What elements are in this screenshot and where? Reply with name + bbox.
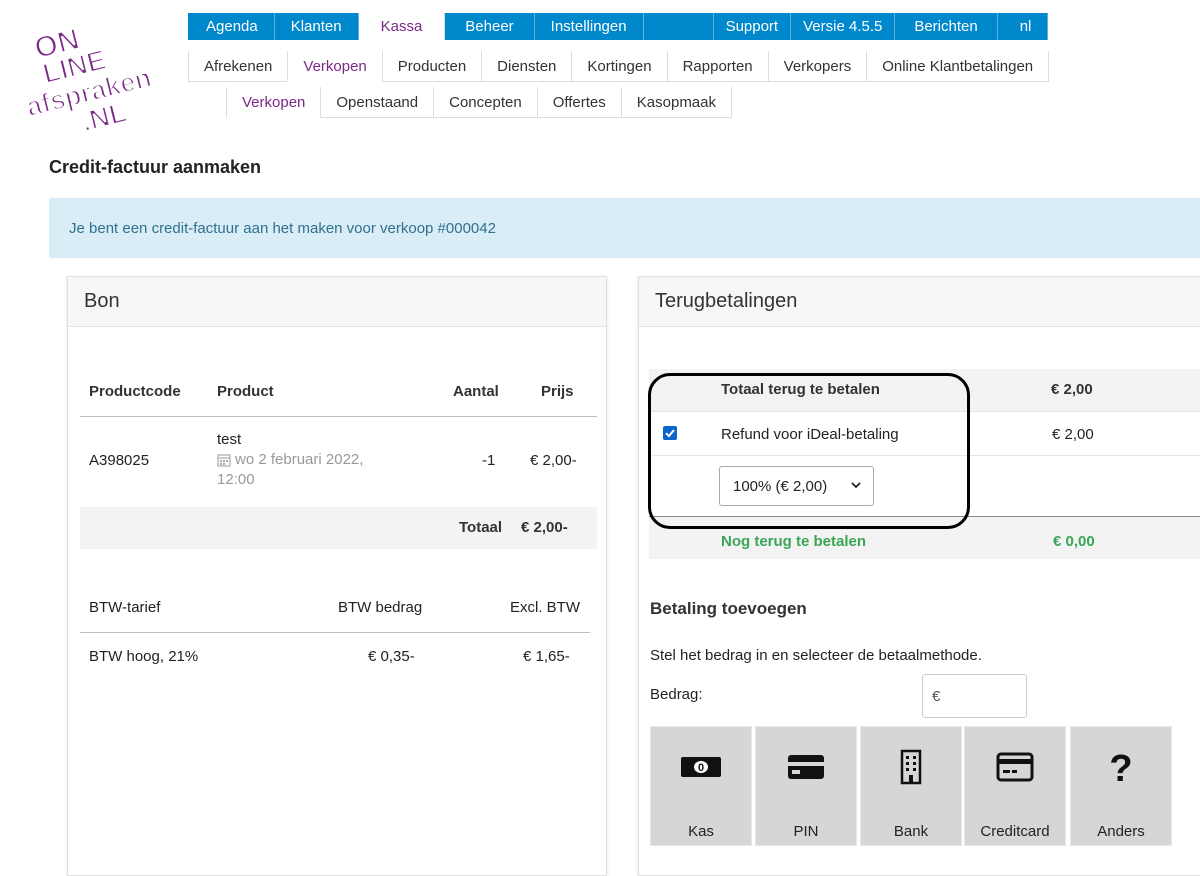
bank-button[interactable]: Bank bbox=[860, 726, 962, 846]
totaal-row bbox=[80, 507, 597, 549]
subnav-verkopers[interactable]: Verkopers bbox=[767, 51, 867, 82]
tab-offertes[interactable]: Offertes bbox=[536, 87, 621, 118]
bedrag-input[interactable]: € bbox=[922, 674, 1027, 718]
row-product: test bbox=[217, 431, 242, 448]
question-mark-icon: ? bbox=[1109, 748, 1132, 786]
btw-divider bbox=[80, 632, 590, 633]
btw-header-excl: Excl. BTW bbox=[510, 599, 580, 616]
betaling-description: Stel het bedrag in en selecteer de betaa… bbox=[650, 647, 982, 664]
btw-header-bedrag: BTW bedrag bbox=[338, 599, 423, 616]
bedrag-placeholder: € bbox=[932, 687, 941, 705]
col-prijs: Prijs bbox=[541, 383, 574, 400]
subnav-kortingen[interactable]: Kortingen bbox=[571, 51, 667, 82]
btw-row-excl: € 1,65- bbox=[523, 648, 570, 665]
info-alert: Je bent een credit-factuur aan het maken… bbox=[49, 198, 1200, 258]
creditcard-label: Creditcard bbox=[980, 823, 1050, 840]
nav-support[interactable]: Support bbox=[713, 13, 792, 40]
nav-kassa[interactable]: Kassa bbox=[358, 13, 446, 40]
col-product: Product bbox=[217, 383, 274, 400]
bon-title: Bon bbox=[68, 277, 606, 327]
calendar-icon bbox=[217, 453, 231, 467]
refund-value: € 2,00 bbox=[1052, 426, 1094, 443]
row-aantal: -1 bbox=[482, 452, 496, 469]
bank-label: Bank bbox=[893, 823, 929, 840]
row-date-text: wo 2 februari 2022, bbox=[235, 451, 364, 468]
totaal-value: € 2,00- bbox=[521, 519, 568, 536]
logo[interactable]: ON LINE afspraken .NL bbox=[16, 4, 200, 139]
nav-klanten[interactable]: Klanten bbox=[274, 13, 359, 40]
btw-row-tarief: BTW hoog, 21% bbox=[89, 648, 199, 665]
info-message: Je bent een credit-factuur aan het maken… bbox=[69, 219, 496, 237]
subnav-rapporten[interactable]: Rapporten bbox=[666, 51, 768, 82]
tab-openstaand[interactable]: Openstaand bbox=[320, 87, 434, 118]
subnav-diensten[interactable]: Diensten bbox=[481, 51, 572, 82]
svg-text:0: 0 bbox=[698, 762, 704, 774]
totaal-terug-value: € 2,00 bbox=[1051, 381, 1093, 398]
row-time: 12:00 bbox=[217, 471, 255, 488]
row-date: wo 2 februari 2022, bbox=[217, 451, 363, 468]
row-prijs: € 2,00- bbox=[530, 452, 577, 469]
credit-card-icon bbox=[996, 752, 1034, 782]
pin-label: PIN bbox=[793, 823, 819, 840]
btw-header-tarief: BTW-tarief bbox=[89, 599, 161, 616]
subnav-online-klantbetalingen[interactable]: Online Klantbetalingen bbox=[866, 51, 1050, 82]
cash-icon: 0 bbox=[681, 757, 721, 777]
anders-label: Anders bbox=[1097, 823, 1145, 840]
bedrag-label: Bedrag: bbox=[650, 686, 703, 703]
svg-text:?: ? bbox=[1109, 748, 1132, 786]
verkopen-subnav: Verkopen Openstaand Concepten Offertes K… bbox=[226, 87, 732, 118]
totaal-label: Totaal bbox=[459, 519, 503, 536]
anders-button[interactable]: ? Anders bbox=[1070, 726, 1172, 846]
nog-label: Nog terug te betalen bbox=[721, 533, 867, 550]
page-title: Credit-factuur aanmaken bbox=[49, 157, 262, 177]
card-icon bbox=[788, 755, 824, 779]
sub-nav: Afrekenen Verkopen Producten Diensten Ko… bbox=[188, 51, 1050, 82]
nog-value: € 0,00 bbox=[1053, 533, 1095, 550]
highlight-annotation bbox=[648, 373, 970, 529]
terugbetalingen-title: Terugbetalingen bbox=[639, 277, 1200, 327]
btw-row-bedrag: € 0,35- bbox=[368, 648, 415, 665]
tab-verkopen[interactable]: Verkopen bbox=[226, 87, 321, 118]
creditcard-button[interactable]: Creditcard bbox=[964, 726, 1066, 846]
row-productcode: A398025 bbox=[89, 452, 150, 469]
nav-beheer[interactable]: Beheer bbox=[445, 13, 535, 40]
col-productcode: Productcode bbox=[89, 383, 181, 400]
main-nav: Agenda Klanten Kassa Beheer Instellingen… bbox=[188, 13, 1049, 40]
subnav-verkopen[interactable]: Verkopen bbox=[287, 51, 382, 82]
col-aantal: Aantal bbox=[453, 383, 499, 400]
nav-agenda[interactable]: Agenda bbox=[188, 13, 275, 40]
nav-instellingen[interactable]: Instellingen bbox=[534, 13, 644, 40]
tab-concepten[interactable]: Concepten bbox=[433, 87, 537, 118]
nav-spacer bbox=[643, 13, 714, 40]
building-icon bbox=[900, 749, 922, 785]
header-divider bbox=[80, 416, 597, 417]
subnav-afrekenen[interactable]: Afrekenen bbox=[188, 51, 288, 82]
nav-language[interactable]: nl bbox=[997, 13, 1049, 40]
pin-button[interactable]: PIN bbox=[755, 726, 857, 846]
bon-panel: Bon bbox=[67, 276, 607, 876]
betaling-title: Betaling toevoegen bbox=[650, 599, 807, 618]
kas-button[interactable]: 0 Kas bbox=[650, 726, 752, 846]
nav-versie[interactable]: Versie 4.5.5 bbox=[791, 13, 896, 40]
kas-label: Kas bbox=[688, 823, 714, 840]
nav-berichten[interactable]: Berichten bbox=[895, 13, 998, 40]
subnav-producten[interactable]: Producten bbox=[381, 51, 482, 82]
tab-kasopmaak[interactable]: Kasopmaak bbox=[620, 87, 732, 118]
